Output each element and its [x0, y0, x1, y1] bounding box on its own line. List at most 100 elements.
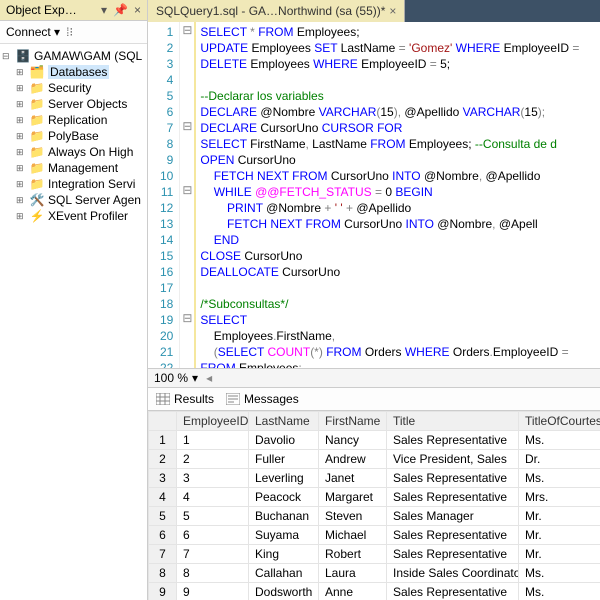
cell[interactable]: 2 [177, 450, 249, 469]
expander-icon[interactable]: ⊞ [16, 179, 26, 190]
cell[interactable]: 8 [177, 564, 249, 583]
column-header[interactable]: LastName [249, 412, 319, 431]
cell[interactable]: Sales Representative [387, 526, 519, 545]
cell[interactable]: Anne [319, 583, 387, 600]
cell[interactable]: Andrew [319, 450, 387, 469]
dropdown-icon[interactable]: ▾ [101, 3, 107, 17]
cell[interactable]: Mrs. [519, 488, 600, 507]
cell[interactable]: Vice President, Sales [387, 450, 519, 469]
expander-icon[interactable]: ⊞ [16, 67, 26, 78]
cell[interactable]: Margaret [319, 488, 387, 507]
tree-item[interactable]: ⊞🛠️SQL Server Agen [2, 192, 145, 208]
cell[interactable]: Dr. [519, 450, 600, 469]
cell[interactable]: 6 [177, 526, 249, 545]
grid-corner [149, 412, 177, 431]
toolbar-icon[interactable]: ⁞⁝ [66, 25, 73, 39]
table-row[interactable]: 77KingRobertSales RepresentativeMr.19 [149, 545, 600, 564]
cell[interactable]: Dodsworth [249, 583, 319, 600]
expander-icon[interactable]: ⊞ [16, 163, 26, 174]
cell[interactable]: Mr. [519, 507, 600, 526]
cell[interactable]: Leverling [249, 469, 319, 488]
folder-icon: 📁 [30, 129, 44, 143]
cell[interactable]: Suyama [249, 526, 319, 545]
cell[interactable]: Sales Representative [387, 488, 519, 507]
expander-icon[interactable]: ⊞ [16, 131, 26, 142]
expander-icon[interactable]: ⊞ [16, 83, 26, 94]
tree-item[interactable]: ⊞📁Always On High [2, 144, 145, 160]
tree-item[interactable]: ⊞📁Security [2, 80, 145, 96]
close-icon[interactable]: × [389, 4, 396, 18]
column-header[interactable]: Title [387, 412, 519, 431]
cell[interactable]: Janet [319, 469, 387, 488]
table-row[interactable]: 22FullerAndrewVice President, SalesDr.19 [149, 450, 600, 469]
table-row[interactable]: 33LeverlingJanetSales RepresentativeMs.1… [149, 469, 600, 488]
cell[interactable]: Laura [319, 564, 387, 583]
sql-editor[interactable]: 12345678910111213141516171819202122 ⊟⊟⊟⊟… [148, 22, 600, 368]
tree-label: XEvent Profiler [48, 209, 128, 223]
tab-messages[interactable]: Messages [226, 392, 299, 406]
table-row[interactable]: 44PeacockMargaretSales RepresentativeMrs… [149, 488, 600, 507]
expander-icon[interactable]: ⊞ [16, 211, 26, 222]
cell[interactable]: Ms. [519, 431, 600, 450]
tree-item[interactable]: ⊞📁Integration Servi [2, 176, 145, 192]
cell[interactable]: Sales Representative [387, 583, 519, 600]
column-header[interactable]: EmployeeID [177, 412, 249, 431]
cell[interactable]: Ms. [519, 583, 600, 600]
tree-server-node[interactable]: ⊟ 🗄️ GAMAW\GAM (SQL [2, 48, 145, 64]
expander-icon[interactable]: ⊟ [2, 51, 12, 62]
zoom-value[interactable]: 100 % [154, 371, 188, 385]
tree-item[interactable]: ⊞📁Replication [2, 112, 145, 128]
results-grid[interactable]: EmployeeIDLastNameFirstNameTitleTitleOfC… [148, 410, 600, 600]
cell[interactable]: 4 [177, 488, 249, 507]
cell[interactable]: Buchanan [249, 507, 319, 526]
cell[interactable]: Nancy [319, 431, 387, 450]
pin-icon[interactable]: 📌 [113, 3, 128, 17]
cell[interactable]: Robert [319, 545, 387, 564]
cell[interactable]: King [249, 545, 319, 564]
tab-sqlquery[interactable]: SQLQuery1.sql - GA…Northwind (sa (55))* … [148, 0, 405, 22]
cell[interactable]: Fuller [249, 450, 319, 469]
column-header[interactable]: TitleOfCourtesy [519, 412, 600, 431]
expander-icon[interactable]: ⊞ [16, 195, 26, 206]
code-content[interactable]: SELECT * FROM Employees;UPDATE Employees… [194, 22, 600, 368]
expander-icon[interactable]: ⊞ [16, 147, 26, 158]
cell[interactable]: Callahan [249, 564, 319, 583]
fold-gutter[interactable]: ⊟⊟⊟⊟ [180, 22, 194, 368]
cell[interactable]: Mr. [519, 526, 600, 545]
cell[interactable]: Steven [319, 507, 387, 526]
table-row[interactable]: 55BuchananStevenSales ManagerMr.19 [149, 507, 600, 526]
table-row[interactable]: 11DavolioNancySales RepresentativeMs.19 [149, 431, 600, 450]
cell[interactable]: Michael [319, 526, 387, 545]
tree-item[interactable]: ⊞📁Server Objects [2, 96, 145, 112]
cell[interactable]: 3 [177, 469, 249, 488]
expander-icon[interactable]: ⊞ [16, 115, 26, 126]
scroll-left-icon[interactable]: ◂ [206, 371, 212, 385]
tab-results[interactable]: Results [156, 392, 214, 406]
cell[interactable]: 5 [177, 507, 249, 526]
close-icon[interactable]: × [134, 3, 141, 17]
table-row[interactable]: 99DodsworthAnneSales RepresentativeMs.19 [149, 583, 600, 600]
tree-item[interactable]: ⊞📁PolyBase [2, 128, 145, 144]
cell[interactable]: Sales Representative [387, 545, 519, 564]
cell[interactable]: Sales Manager [387, 507, 519, 526]
cell[interactable]: Mr. [519, 545, 600, 564]
cell[interactable]: Ms. [519, 469, 600, 488]
table-row[interactable]: 88CallahanLauraInside Sales CoordinatorM… [149, 564, 600, 583]
cell[interactable]: 7 [177, 545, 249, 564]
cell[interactable]: 9 [177, 583, 249, 600]
cell[interactable]: Ms. [519, 564, 600, 583]
expander-icon[interactable]: ⊞ [16, 99, 26, 110]
cell[interactable]: Peacock [249, 488, 319, 507]
connect-button[interactable]: Connect ▾ [6, 25, 60, 39]
cell[interactable]: Davolio [249, 431, 319, 450]
cell[interactable]: Sales Representative [387, 469, 519, 488]
cell[interactable]: Sales Representative [387, 431, 519, 450]
table-row[interactable]: 66SuyamaMichaelSales RepresentativeMr.19 [149, 526, 600, 545]
zoom-dropdown-icon[interactable]: ▾ [192, 371, 198, 385]
cell[interactable]: Inside Sales Coordinator [387, 564, 519, 583]
column-header[interactable]: FirstName [319, 412, 387, 431]
cell[interactable]: 1 [177, 431, 249, 450]
tree-item[interactable]: ⊞📁Management [2, 160, 145, 176]
tree-item[interactable]: ⊞🗂️Databases [2, 64, 145, 80]
tree-item[interactable]: ⊞⚡XEvent Profiler [2, 208, 145, 224]
